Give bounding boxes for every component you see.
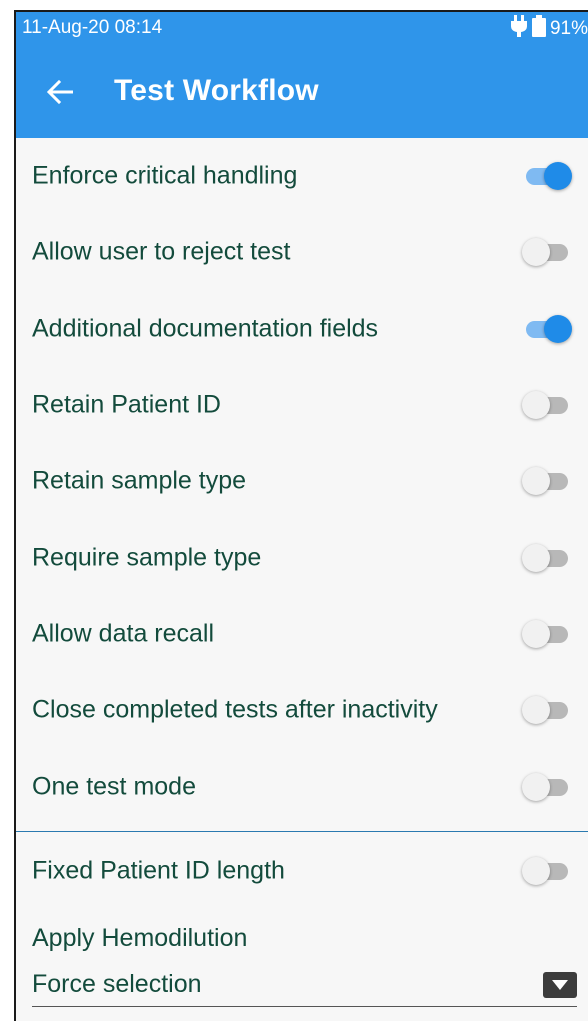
setting-label: One test mode (32, 772, 196, 801)
switch-thumb (522, 772, 550, 801)
setting-row-enforce-critical-handling: Enforce critical handling (16, 138, 588, 214)
setting-row-close-completed-tests-after-inactivity: Close completed tests after inactivity (16, 672, 588, 748)
switch-thumb (522, 856, 550, 885)
hemodilution-selected-value: Force selection (32, 970, 202, 998)
toggle-switch-fixed-patient-id-length[interactable] (520, 854, 574, 888)
toggle-switch-additional-documentation-fields[interactable] (520, 312, 574, 346)
back-button[interactable] (36, 70, 84, 118)
hemodilution-select[interactable]: Force selection (32, 966, 577, 1007)
setting-row-retain-sample-type: Retain sample type (16, 443, 588, 519)
setting-row-fixed-patient-id-length: Fixed Patient ID length (16, 832, 588, 910)
setting-row-retain-patient-id: Retain Patient ID (16, 367, 588, 443)
setting-label: Require sample type (32, 543, 262, 572)
switch-thumb (522, 619, 550, 648)
toggle-switch-retain-patient-id[interactable] (520, 388, 574, 422)
setting-label: Retain sample type (32, 466, 247, 495)
setting-label: Allow data recall (32, 619, 215, 648)
setting-row-require-sample-type: Require sample type (16, 519, 588, 595)
status-datetime: 11-Aug-20 08:14 (22, 17, 163, 38)
arrow-left-icon (46, 79, 74, 109)
dropdown-arrow-icon[interactable] (543, 972, 577, 998)
toggle-switch-require-sample-type[interactable] (520, 541, 574, 575)
settings-list: Enforce critical handling Allow user to r… (16, 138, 588, 910)
setting-row-additional-documentation-fields: Additional documentation fields (16, 291, 588, 367)
switch-thumb (544, 162, 572, 191)
setting-label: Additional documentation fields (32, 314, 379, 343)
hemodilution-title: Apply Hemodilution (32, 924, 248, 952)
setting-label: Close completed tests after inactivity (32, 695, 438, 724)
switch-thumb (522, 467, 550, 496)
setting-label: Enforce critical handling (32, 161, 298, 190)
status-bar: 11-Aug-20 08:14 91% (16, 12, 588, 42)
battery-percent: 91% (549, 18, 588, 39)
status-right: 91% (510, 15, 588, 43)
charging-plug-icon (510, 15, 528, 43)
setting-label: Allow user to reject test (32, 237, 291, 266)
toggle-switch-one-test-mode[interactable] (520, 770, 574, 804)
switch-thumb (544, 314, 572, 343)
toggle-switch-enforce-critical-handling[interactable] (520, 159, 574, 193)
setting-row-one-test-mode: One test mode (16, 748, 588, 824)
phone-screen: 11-Aug-20 08:14 91% Test Workflow Enforc… (14, 10, 588, 1021)
switch-thumb (522, 391, 550, 420)
setting-label: Fixed Patient ID length (32, 856, 285, 885)
app-bar: Test Workflow (16, 42, 588, 138)
toggle-switch-retain-sample-type[interactable] (520, 464, 574, 498)
toggle-switch-close-completed-tests-after-inactivity[interactable] (520, 693, 574, 727)
page-title: Test Workflow (114, 74, 319, 107)
switch-thumb (522, 543, 550, 572)
setting-label: Retain Patient ID (32, 390, 221, 419)
toggle-switch-allow-data-recall[interactable] (520, 617, 574, 651)
switch-thumb (522, 696, 550, 725)
battery-icon (531, 15, 546, 43)
setting-row-allow-data-recall: Allow data recall (16, 596, 588, 672)
setting-row-allow-user-to-reject-test: Allow user to reject test (16, 214, 588, 290)
switch-thumb (522, 238, 550, 267)
toggle-switch-allow-user-to-reject-test[interactable] (520, 235, 574, 269)
